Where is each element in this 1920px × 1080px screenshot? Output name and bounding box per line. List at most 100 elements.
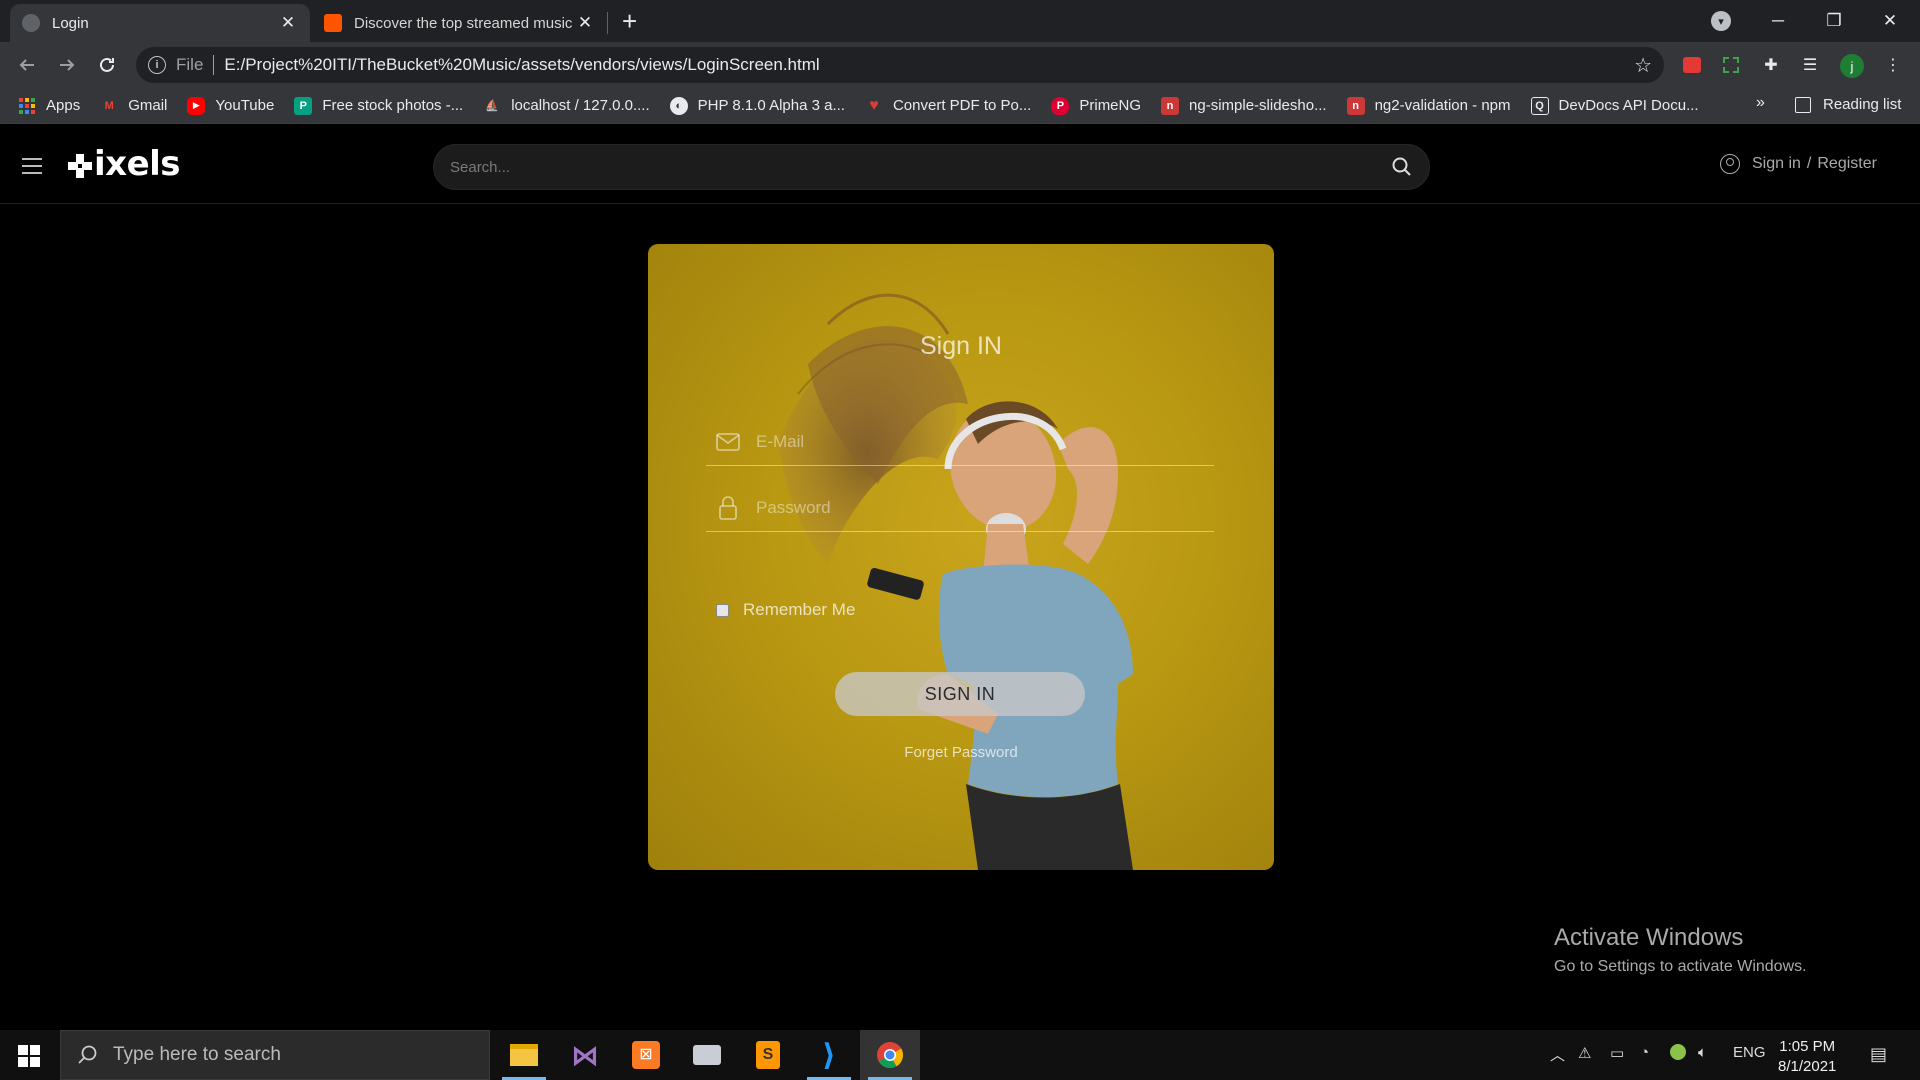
tab-close-icon[interactable]: ✕	[278, 13, 298, 33]
tab-soundcloud[interactable]: Discover the top streamed music ✕	[312, 4, 607, 42]
pexels-icon: P	[294, 96, 313, 115]
register-link[interactable]: Register	[1817, 155, 1877, 173]
xampp-icon[interactable]: ⊠	[616, 1030, 676, 1080]
battery-icon[interactable]: ▭	[1610, 1044, 1624, 1062]
security-alert-icon[interactable]: ⚠	[1578, 1044, 1591, 1062]
url-text[interactable]: E:/Project%20ITI/TheBucket%20Music/asset…	[224, 55, 819, 75]
bookmark-apps[interactable]: Apps	[18, 97, 80, 115]
volume-icon[interactable]: 🔈︎	[1698, 1044, 1707, 1061]
gmail-icon: M	[104, 99, 114, 112]
sign-in-register: Sign in / Register	[1720, 154, 1877, 174]
page-viewport: ixels Sign in / Register	[0, 124, 1920, 1030]
site-search-bar[interactable]	[433, 144, 1430, 190]
tab-title: Discover the top streamed music	[354, 14, 573, 32]
taskbar-search[interactable]: Type here to search	[60, 1030, 490, 1080]
hamburger-menu-icon[interactable]	[22, 158, 42, 179]
email-field[interactable]	[706, 418, 1214, 466]
media-queue-icon[interactable]: ☰	[1797, 52, 1823, 78]
tray-overflow-icon[interactable]: ︿	[1550, 1044, 1565, 1065]
bookmark-star-icon[interactable]: ☆	[1634, 53, 1652, 78]
tab-close-icon[interactable]: ✕	[575, 13, 595, 33]
chrome-icon[interactable]	[860, 1030, 920, 1080]
search-icon	[78, 1045, 97, 1064]
address-bar[interactable]: i File E:/Project%20ITI/TheBucket%20Musi…	[136, 47, 1664, 83]
profile-avatar[interactable]: j	[1840, 54, 1864, 78]
remember-me[interactable]: Remember Me	[716, 600, 855, 620]
file-explorer-icon[interactable]	[494, 1030, 554, 1080]
remember-me-label: Remember Me	[743, 600, 856, 619]
youtube-icon: ▶	[187, 96, 206, 115]
tab-title: Login	[52, 14, 89, 32]
reload-icon	[100, 57, 114, 72]
restore-button[interactable]: ❐	[1806, 0, 1862, 42]
bookmark-label: Free stock photos -...	[322, 97, 464, 114]
bookmark-label: ng2-validation - npm	[1374, 97, 1511, 114]
bookmark-label: ng-simple-slidesho...	[1189, 97, 1327, 114]
reading-list-label: Reading list	[1823, 96, 1902, 113]
network-icon[interactable]: ◔	[1640, 1044, 1649, 1061]
screenshot-extension-icon[interactable]	[1718, 52, 1744, 78]
password-input[interactable]	[756, 497, 1176, 518]
divider	[213, 55, 215, 75]
clock-time: 1:05 PM	[1779, 1038, 1836, 1055]
close-window-button[interactable]: ✕	[1862, 0, 1918, 42]
bookmark-ng-slideshow[interactable]: n ng-simple-slidesho...	[1161, 96, 1327, 115]
bookmark-pexels[interactable]: P Free stock photos -...	[294, 96, 464, 115]
new-tab-button[interactable]: +	[622, 6, 637, 37]
printer-app-icon[interactable]	[677, 1030, 737, 1080]
windows-taskbar: Type here to search ⋈ ⊠ S ⟩ ︿ ⚠ ▭ ◔ 🔈︎ E…	[0, 1030, 1920, 1080]
visual-studio-icon[interactable]: ⋈	[555, 1030, 615, 1080]
vscode-icon[interactable]: ⟩	[799, 1030, 859, 1080]
reading-list-icon	[1795, 96, 1811, 113]
password-field[interactable]	[706, 484, 1214, 532]
browser-tabstrip: Login ✕ Discover the top streamed music …	[0, 0, 1920, 42]
bookmark-php[interactable]: ◐ PHP 8.1.0 Alpha 3 a...	[669, 96, 845, 115]
reload-button[interactable]	[92, 50, 122, 80]
bookmark-youtube[interactable]: ▶ YouTube	[187, 96, 275, 115]
extensions-puzzle-icon[interactable]: ✚	[1758, 52, 1784, 78]
devdocs-icon: Q	[1530, 96, 1549, 115]
info-icon[interactable]: i	[148, 56, 166, 74]
bookmark-localhost[interactable]: ⛵ localhost / 127.0.0....	[483, 97, 649, 115]
search-input[interactable]	[450, 158, 1391, 176]
taskbar-search-placeholder: Type here to search	[113, 1044, 281, 1065]
site-logo[interactable]: ixels	[68, 144, 181, 184]
bookmarks-overflow-button[interactable]: »	[1756, 94, 1765, 112]
app-tray-icon[interactable]	[1670, 1044, 1686, 1064]
bookmark-label: Apps	[46, 97, 81, 114]
sign-in-button[interactable]: SIGN IN	[835, 672, 1085, 716]
bookmark-ng2-validation[interactable]: n ng2-validation - npm	[1346, 96, 1511, 115]
reading-list-button[interactable]: Reading list	[1795, 96, 1901, 113]
tab-login[interactable]: Login ✕	[10, 4, 310, 42]
activate-windows-watermark: Activate Windows Go to Settings to activ…	[1554, 924, 1807, 976]
bookmark-gmail[interactable]: M Gmail	[100, 97, 168, 115]
bookmark-label: DevDocs API Docu...	[1558, 97, 1699, 114]
npm-icon: n	[1346, 96, 1365, 115]
sign-in-link[interactable]: Sign in	[1752, 155, 1801, 173]
bookmark-label: Gmail	[128, 97, 168, 114]
apps-grid-icon	[18, 97, 36, 115]
forget-password-link[interactable]: Forget Password	[648, 744, 1274, 761]
language-indicator[interactable]: ENG	[1733, 1044, 1766, 1061]
clock-date: 8/1/2021	[1778, 1058, 1837, 1075]
protocol-label: File	[176, 55, 204, 74]
back-button[interactable]	[12, 50, 42, 80]
menu-kebab-icon[interactable]: ⋮	[1880, 52, 1906, 78]
forward-button[interactable]	[52, 50, 82, 80]
extension-red-icon[interactable]	[1679, 52, 1705, 78]
tab-search-icon[interactable]: ▾	[1711, 11, 1731, 31]
sublime-text-icon[interactable]: S	[738, 1030, 798, 1080]
bookmark-primeng[interactable]: P PrimeNG	[1051, 96, 1141, 115]
minimize-button[interactable]: ─	[1750, 0, 1806, 42]
bookmark-devdocs[interactable]: Q DevDocs API Docu...	[1530, 96, 1699, 115]
email-input[interactable]	[756, 431, 1176, 452]
heart-icon: ♥	[869, 96, 879, 114]
taskbar-clock[interactable]: 1:05 PM 8/1/2021	[1778, 1037, 1836, 1077]
bookmark-label: YouTube	[215, 97, 275, 114]
bookmark-pdf[interactable]: ♥ Convert PDF to Po...	[865, 97, 1031, 115]
windows-start-icon[interactable]	[18, 1045, 40, 1067]
npm-icon: n	[1161, 96, 1180, 115]
remember-me-checkbox[interactable]	[716, 603, 729, 617]
search-icon[interactable]	[1391, 156, 1413, 178]
notifications-icon[interactable]: ▤	[1870, 1044, 1887, 1065]
